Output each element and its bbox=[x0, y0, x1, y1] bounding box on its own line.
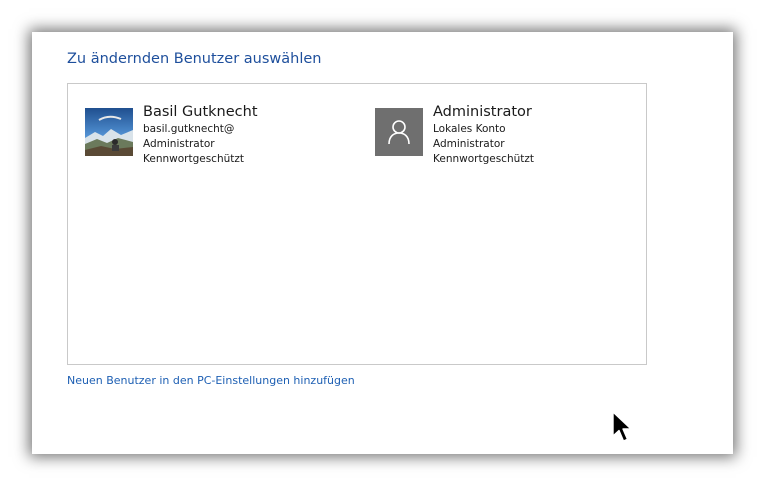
account-type: Administrator bbox=[433, 138, 505, 150]
user-photo-image bbox=[85, 108, 133, 156]
default-user-icon bbox=[375, 108, 423, 156]
manage-accounts-panel: Zu ändernden Benutzer auswählen Basil Gu… bbox=[32, 32, 733, 454]
page: Zu ändernden Benutzer auswählen Basil Gu… bbox=[0, 0, 765, 487]
add-new-user-link[interactable]: Neuen Benutzer in den PC-Einstellungen h… bbox=[67, 374, 355, 387]
account-tile-basil-gutknecht[interactable]: Basil Gutknecht basil.gutknecht@ Adminis… bbox=[85, 102, 258, 167]
account-email: basil.gutknecht@ bbox=[143, 123, 235, 135]
account-name: Administrator bbox=[433, 104, 532, 120]
user-photo bbox=[85, 108, 133, 156]
account-kind: Lokales Konto bbox=[433, 123, 506, 135]
account-name: Basil Gutknecht bbox=[143, 104, 258, 120]
page-title: Zu ändernden Benutzer auswählen bbox=[67, 51, 322, 67]
user-silhouette-icon bbox=[388, 120, 410, 145]
accounts-list: Basil Gutknecht basil.gutknecht@ Adminis… bbox=[67, 83, 647, 365]
account-password-status: Kennwortgeschützt bbox=[433, 153, 535, 165]
mouse-pointer-icon bbox=[612, 411, 632, 442]
account-details: Administrator Lokales Konto Administrato… bbox=[433, 102, 534, 167]
account-details: Basil Gutknecht basil.gutknecht@ Adminis… bbox=[143, 102, 258, 167]
account-tile-administrator[interactable]: Administrator Lokales Konto Administrato… bbox=[375, 102, 534, 167]
account-password-status: Kennwortgeschützt bbox=[143, 153, 245, 165]
account-type: Administrator bbox=[143, 138, 215, 150]
